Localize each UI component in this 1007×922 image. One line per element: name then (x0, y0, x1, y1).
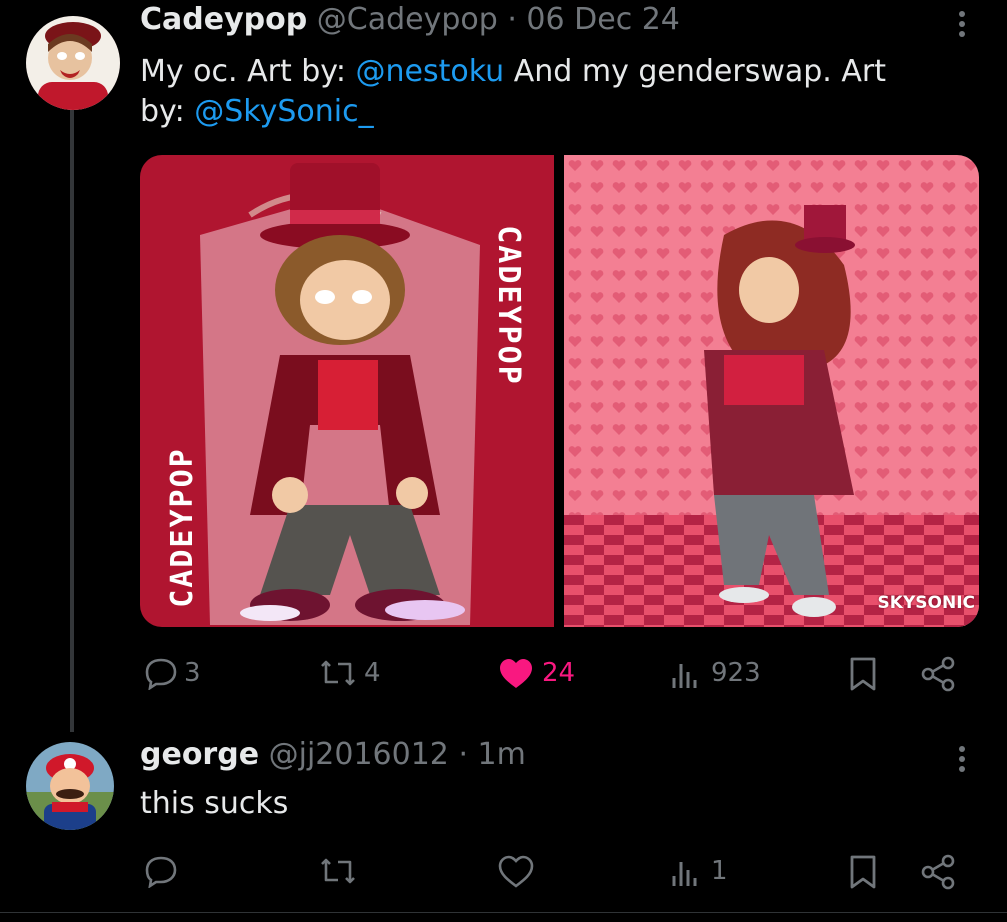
handle[interactable]: @Cadeypop (317, 2, 498, 37)
image-1-label-left: CADEYPOP (164, 446, 200, 608)
image-2-watermark: SKYSONIC (877, 593, 975, 613)
tweet-image-1[interactable]: CADEYPOP CADEYPOP (140, 155, 554, 627)
reply-icon[interactable] (144, 656, 178, 690)
share-icon[interactable] (920, 656, 956, 692)
mention-link-skysonic[interactable]: @SkySonic_ (194, 94, 373, 129)
like-count[interactable]: 24 (542, 658, 575, 688)
thread-line (70, 100, 74, 732)
reply-more-options-icon[interactable] (948, 741, 976, 777)
vertical-label-left: CADEYPOP (162, 427, 202, 627)
divider (0, 912, 1007, 913)
image-1-label: CADEYPOP (490, 224, 526, 386)
more-options-icon[interactable] (948, 6, 976, 42)
reply-text: this sucks (140, 786, 289, 821)
reply-time[interactable]: 1m (478, 737, 526, 772)
tweet-text: My oc. Art by: @nestoku And my genderswa… (140, 52, 960, 132)
reply-count[interactable]: 3 (184, 658, 201, 688)
view-count[interactable]: 923 (711, 658, 761, 688)
avatar-george[interactable] (26, 742, 114, 830)
tweet-text-part: by: (140, 94, 195, 129)
reply-like-icon[interactable] (498, 855, 534, 889)
views-icon[interactable] (670, 658, 700, 690)
vertical-label-right: CADEYPOP (488, 195, 528, 415)
repost-icon[interactable] (318, 656, 358, 690)
reply-separator: · (458, 737, 468, 772)
tweet-date[interactable]: 06 Dec 24 (526, 2, 679, 37)
reply-repost-icon[interactable] (318, 854, 358, 888)
reply-handle[interactable]: @jj2016012 (269, 737, 449, 772)
reply-reply-icon[interactable] (144, 854, 178, 888)
reply-header: george @jj2016012 · 1m (140, 737, 526, 772)
reply-bookmark-icon[interactable] (848, 854, 878, 890)
tweet-image-2[interactable]: SKYSONIC (564, 155, 979, 627)
tweet-text-part: And my genderswap. Art (504, 54, 886, 89)
tweet-header: Cadeypop @Cadeypop · 06 Dec 24 (140, 2, 680, 37)
repost-count[interactable]: 4 (364, 658, 381, 688)
reply-view-count[interactable]: 1 (711, 856, 728, 886)
tweet-text-part: My oc. Art by: (140, 54, 356, 89)
display-name[interactable]: Cadeypop (140, 2, 307, 37)
mention-link-nestoku[interactable]: @nestoku (356, 54, 505, 89)
bookmark-icon[interactable] (848, 656, 878, 692)
reply-views-icon[interactable] (670, 856, 700, 888)
reply-share-icon[interactable] (920, 854, 956, 890)
like-icon-active[interactable] (498, 657, 534, 691)
avatar-cadeypop[interactable] (26, 16, 120, 110)
reply-display-name[interactable]: george (140, 737, 259, 772)
separator: · (507, 2, 517, 37)
